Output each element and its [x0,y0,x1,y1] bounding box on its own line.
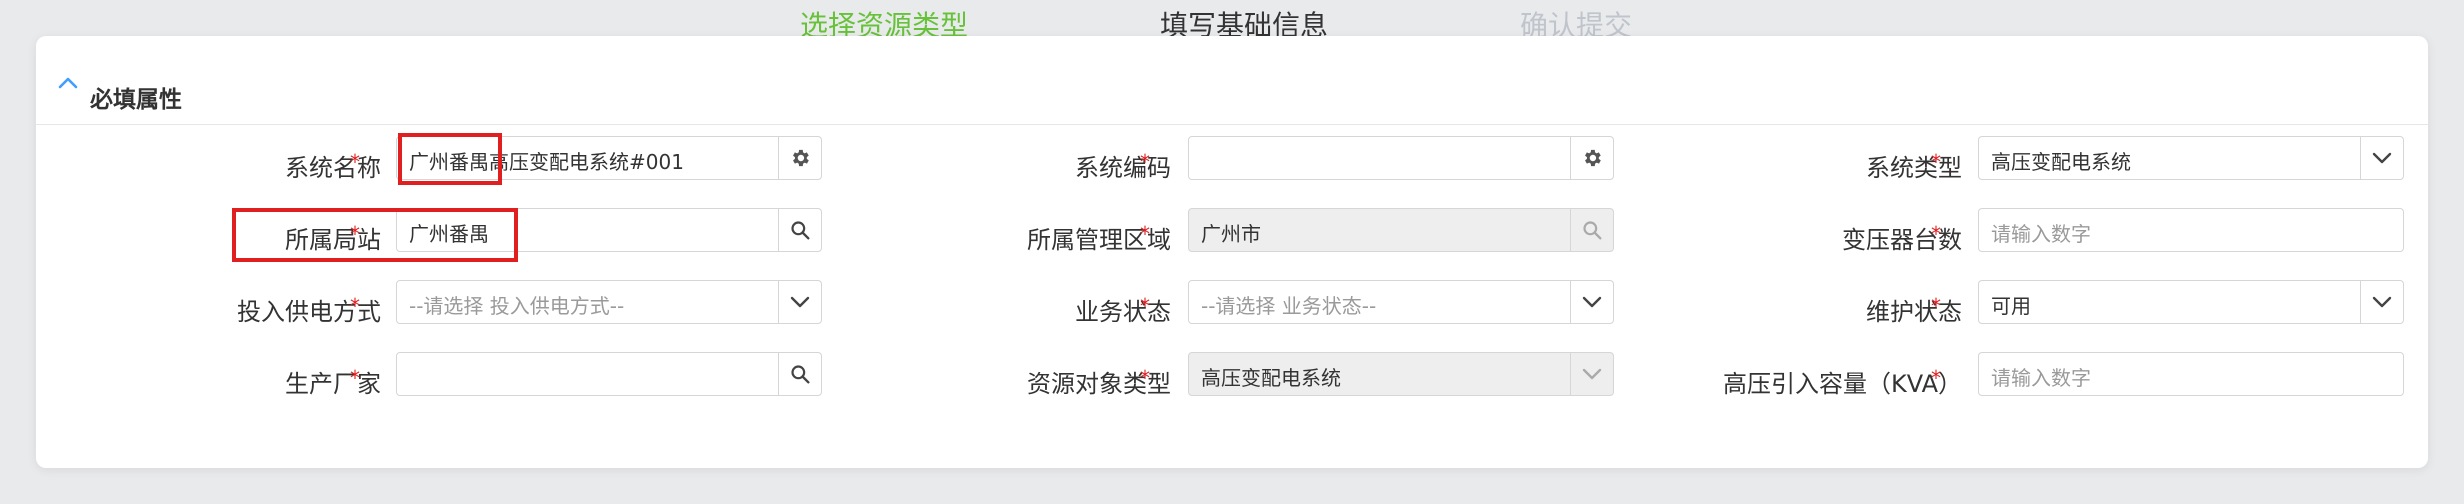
resource-object-type-value: 高压变配电系统 [1201,366,1341,390]
search-icon [1583,221,1602,240]
system-code-label: 系统编码 [1075,154,1171,182]
resource-object-type-dropdown-toggle[interactable] [1570,353,1613,395]
chevron-down-icon [2372,296,2392,308]
system-type-select[interactable]: 高压变配电系统 [1978,136,2404,180]
required-mark: * [1931,222,1941,246]
gear-icon [793,149,809,167]
transformer-count-label: 变压器台数 [1842,226,1962,254]
mgmt-area-value: 广州市 [1201,222,1261,246]
maintenance-status-dropdown-toggle[interactable] [2360,281,2403,323]
hv-capacity-placeholder: 请输入数字 [1991,366,2091,390]
gear-icon [1585,149,1601,167]
system-name-gear-button[interactable] [778,137,821,179]
power-supply-mode-select[interactable]: --请选择 投入供电方式-- [396,280,822,324]
system-code-gear-button[interactable] [1570,137,1613,179]
power-supply-mode-dropdown-toggle[interactable] [778,281,821,323]
required-mark: * [350,294,360,318]
system-type-label: 系统类型 [1866,154,1962,182]
required-mark: * [350,366,360,390]
business-status-select[interactable]: --请选择 业务状态-- [1188,280,1614,324]
station-search-button[interactable] [778,209,821,251]
system-code-input[interactable] [1188,136,1614,180]
business-status-dropdown-toggle[interactable] [1570,281,1613,323]
required-mark: * [1140,294,1150,318]
search-icon [791,221,810,240]
form-card: 必填属性 系统名称 * 广州番禺高压变配电系统#001 系统编码 * 系统类型 … [36,36,2428,468]
mgmt-area-search-button[interactable] [1570,209,1613,251]
chevron-up-icon[interactable] [58,77,78,89]
manufacturer-label: 生产厂家 [285,370,381,398]
chevron-down-icon [790,296,810,308]
required-mark: * [350,150,360,174]
transformer-count-input[interactable]: 请输入数字 [1978,208,2404,252]
hv-capacity-input[interactable]: 请输入数字 [1978,352,2404,396]
section-header[interactable]: 必填属性 [36,36,2428,125]
required-mark: * [1140,150,1150,174]
station-field-highlight [232,208,518,262]
required-mark: * [1140,366,1150,390]
step-indicator: 选择资源类型 填写基础信息 确认提交 [0,0,2464,42]
mgmt-area-label: 所属管理区域 [1027,226,1171,254]
manufacturer-search-button[interactable] [778,353,821,395]
station-prefix-highlight [398,133,502,185]
manufacturer-input[interactable] [396,352,822,396]
search-icon [791,365,810,384]
business-status-label: 业务状态 [1075,298,1171,326]
maintenance-status-label: 维护状态 [1866,298,1962,326]
section-title: 必填属性 [90,87,182,113]
system-name-label: 系统名称 [285,154,381,182]
system-type-value: 高压变配电系统 [1991,150,2131,174]
power-supply-mode-placeholder: --请选择 投入供电方式-- [409,294,625,318]
required-mark: * [1931,294,1941,318]
system-type-dropdown-toggle[interactable] [2360,137,2403,179]
power-supply-mode-label: 投入供电方式 [237,298,381,326]
transformer-count-placeholder: 请输入数字 [1991,222,2091,246]
hv-capacity-label: 高压引入容量（KVA） [1722,370,1962,398]
required-mark: * [1931,150,1941,174]
maintenance-status-select[interactable]: 可用 [1978,280,2404,324]
maintenance-status-value: 可用 [1991,294,2031,318]
chevron-down-icon [1582,368,1602,380]
chevron-down-icon [2372,152,2392,164]
business-status-placeholder: --请选择 业务状态-- [1201,294,1377,318]
chevron-down-icon [1582,296,1602,308]
resource-object-type-select[interactable]: 高压变配电系统 [1188,352,1614,396]
resource-object-type-label: 资源对象类型 [1027,370,1171,398]
mgmt-area-input[interactable]: 广州市 [1188,208,1614,252]
required-mark: * [1140,222,1150,246]
required-mark: * [1931,366,1941,390]
